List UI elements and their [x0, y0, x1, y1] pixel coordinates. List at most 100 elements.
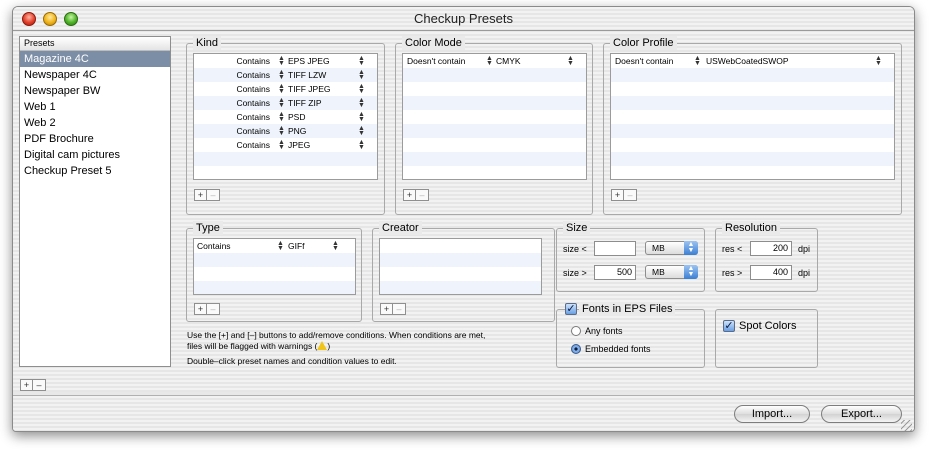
condition-row[interactable]: Contains ▲ ▼ GIFf ▲ ▼ [194, 239, 355, 253]
preset-item[interactable]: Web 1 [20, 99, 170, 115]
condition-row[interactable]: Contains ▲ ▼ TIFF LZW ▲ ▼ [194, 68, 377, 82]
condition-row[interactable]: Contains ▲ ▼ TIFF ZIP ▲ ▼ [194, 96, 377, 110]
size-lt-field[interactable] [594, 241, 636, 256]
res-gt-unit: dpi [798, 268, 811, 278]
condition-row[interactable]: Contains ▲ ▼ PNG ▲ ▼ [194, 124, 377, 138]
creator-title: Creator [379, 221, 422, 235]
condition-operator[interactable]: Contains [196, 138, 270, 152]
condition-operator[interactable]: Contains [196, 124, 270, 138]
spot-colors-checkbox[interactable]: ✓ [723, 320, 735, 332]
up-down-arrows-icon[interactable]: ▲ ▼ [358, 55, 365, 67]
up-down-arrows-icon[interactable]: ▲ ▼ [875, 55, 882, 67]
type-remove-button[interactable]: – [207, 303, 220, 315]
creator-conditions-table[interactable] [379, 238, 542, 295]
kind-title: Kind [193, 36, 222, 50]
condition-value[interactable]: GIFf [288, 239, 305, 253]
color-mode-remove-button[interactable]: – [416, 189, 429, 201]
condition-row[interactable]: Contains ▲ ▼ JPEG ▲ ▼ [194, 138, 377, 152]
import-button[interactable]: Import... [734, 405, 810, 423]
condition-operator[interactable]: Doesn't contain [407, 54, 465, 68]
remove-preset-button[interactable]: – [33, 379, 46, 391]
preset-item[interactable]: Web 2 [20, 115, 170, 131]
condition-operator[interactable]: Contains [196, 68, 270, 82]
preset-item[interactable]: Checkup Preset 5 [20, 163, 170, 179]
condition-row[interactable]: Contains ▲ ▼ TIFF JPEG ▲ ▼ [194, 82, 377, 96]
kind-conditions-table[interactable]: Contains ▲ ▼ EPS JPEG ▲ ▼ Contains ▲ ▼ TIFF LZW ▲ ▼… [193, 53, 378, 180]
embedded-fonts-radio[interactable] [571, 344, 581, 354]
up-down-arrows-icon[interactable]: ▲ ▼ [332, 240, 339, 252]
up-down-arrows-icon[interactable]: ▲ ▼ [358, 69, 365, 81]
condition-row[interactable]: Doesn't contain ▲ ▼ CMYK ▲ ▼ [403, 54, 586, 68]
condition-operator[interactable]: Doesn't contain [615, 54, 673, 68]
condition-value[interactable]: TIFF LZW [288, 68, 326, 82]
condition-value[interactable]: EPS JPEG [288, 54, 330, 68]
up-down-arrows-icon[interactable]: ▲ ▼ [278, 69, 285, 81]
up-down-arrows-icon[interactable]: ▲ ▼ [278, 97, 285, 109]
any-fonts-radio[interactable] [571, 326, 581, 336]
up-down-arrows-icon[interactable]: ▲ ▼ [278, 125, 285, 137]
size-title: Size [563, 221, 591, 235]
condition-row [611, 124, 894, 138]
up-down-arrows-icon[interactable]: ▲ ▼ [278, 111, 285, 123]
export-button[interactable]: Export... [821, 405, 902, 423]
checkmark-icon: ✓ [724, 320, 734, 332]
color-profile-conditions-table[interactable]: Doesn't contain ▲ ▼ USWebCoatedSWOP ▲ ▼ [610, 53, 895, 180]
condition-value[interactable]: CMYK [496, 54, 521, 68]
condition-value[interactable]: USWebCoatedSWOP [706, 54, 789, 68]
condition-operator[interactable]: Contains [196, 96, 270, 110]
color-mode-add-button[interactable]: + [403, 189, 416, 201]
kind-remove-button[interactable]: – [207, 189, 220, 201]
up-down-arrows-icon[interactable]: ▲ ▼ [358, 111, 365, 123]
color-mode-conditions-table[interactable]: Doesn't contain ▲ ▼ CMYK ▲ ▼ [402, 53, 587, 180]
condition-value[interactable]: TIFF JPEG [288, 82, 331, 96]
type-conditions-table[interactable]: Contains ▲ ▼ GIFf ▲ ▼ [193, 238, 356, 295]
type-add-button[interactable]: + [194, 303, 207, 315]
presets-list[interactable]: Presets Magazine 4C Newspaper 4C Newspaper… [19, 36, 171, 367]
condition-row[interactable]: Doesn't contain ▲ ▼ USWebCoatedSWOP ▲ ▼ [611, 54, 894, 68]
color-profile-add-button[interactable]: + [611, 189, 624, 201]
resize-grip[interactable] [901, 420, 912, 431]
preset-item[interactable]: Newspaper BW [20, 83, 170, 99]
condition-value[interactable]: PSD [288, 110, 305, 124]
up-down-arrows-icon[interactable]: ▲ ▼ [277, 240, 284, 252]
up-down-arrows-icon[interactable]: ▲ ▼ [358, 83, 365, 95]
condition-row [611, 152, 894, 166]
condition-value[interactable]: JPEG [288, 138, 310, 152]
preset-item[interactable]: Magazine 4C [20, 51, 170, 67]
up-down-arrows-icon[interactable]: ▲ ▼ [358, 125, 365, 137]
up-down-arrows-icon: ▲ ▼ [684, 241, 698, 255]
condition-operator[interactable]: Contains [196, 82, 270, 96]
up-down-arrows-icon[interactable]: ▲ ▼ [358, 139, 365, 151]
up-down-arrows-icon[interactable]: ▲ ▼ [694, 55, 701, 67]
fonts-in-eps-checkbox[interactable]: ✓ [565, 303, 577, 315]
size-gt-unit-popup[interactable]: MB ▲ ▼ [645, 265, 698, 279]
condition-operator[interactable]: Contains [196, 110, 270, 124]
condition-row[interactable]: Contains ▲ ▼ PSD ▲ ▼ [194, 110, 377, 124]
size-gt-field[interactable]: 500 [594, 265, 636, 280]
res-lt-field[interactable]: 200 [750, 241, 792, 256]
up-down-arrows-icon[interactable]: ▲ ▼ [486, 55, 493, 67]
condition-value[interactable]: PNG [288, 124, 306, 138]
preset-item[interactable]: Newspaper 4C [20, 67, 170, 83]
kind-add-button[interactable]: + [194, 189, 207, 201]
color-profile-group: Color Profile Doesn't contain ▲ ▼ USWebCoat… [603, 36, 902, 215]
condition-operator[interactable]: Contains [197, 239, 231, 253]
preset-item[interactable]: Digital cam pictures [20, 147, 170, 163]
creator-remove-button[interactable]: – [393, 303, 406, 315]
condition-value[interactable]: TIFF ZIP [288, 96, 322, 110]
up-down-arrows-icon[interactable]: ▲ ▼ [358, 97, 365, 109]
add-preset-button[interactable]: + [20, 379, 33, 391]
size-lt-unit-popup[interactable]: MB ▲ ▼ [645, 241, 698, 255]
up-down-arrows-icon[interactable]: ▲ ▼ [278, 83, 285, 95]
up-down-arrows-icon[interactable]: ▲ ▼ [278, 139, 285, 151]
preset-item[interactable]: PDF Brochure [20, 131, 170, 147]
up-down-arrows-icon[interactable]: ▲ ▼ [278, 55, 285, 67]
bottom-bar: Import... Export... [13, 395, 914, 431]
up-down-arrows-icon[interactable]: ▲ ▼ [567, 55, 574, 67]
color-profile-remove-button[interactable]: – [624, 189, 637, 201]
creator-add-button[interactable]: + [380, 303, 393, 315]
condition-operator[interactable]: Contains [196, 54, 270, 68]
res-gt-field[interactable]: 400 [750, 265, 792, 280]
any-fonts-label: Any fonts [585, 326, 623, 336]
condition-row[interactable]: Contains ▲ ▼ EPS JPEG ▲ ▼ [194, 54, 377, 68]
